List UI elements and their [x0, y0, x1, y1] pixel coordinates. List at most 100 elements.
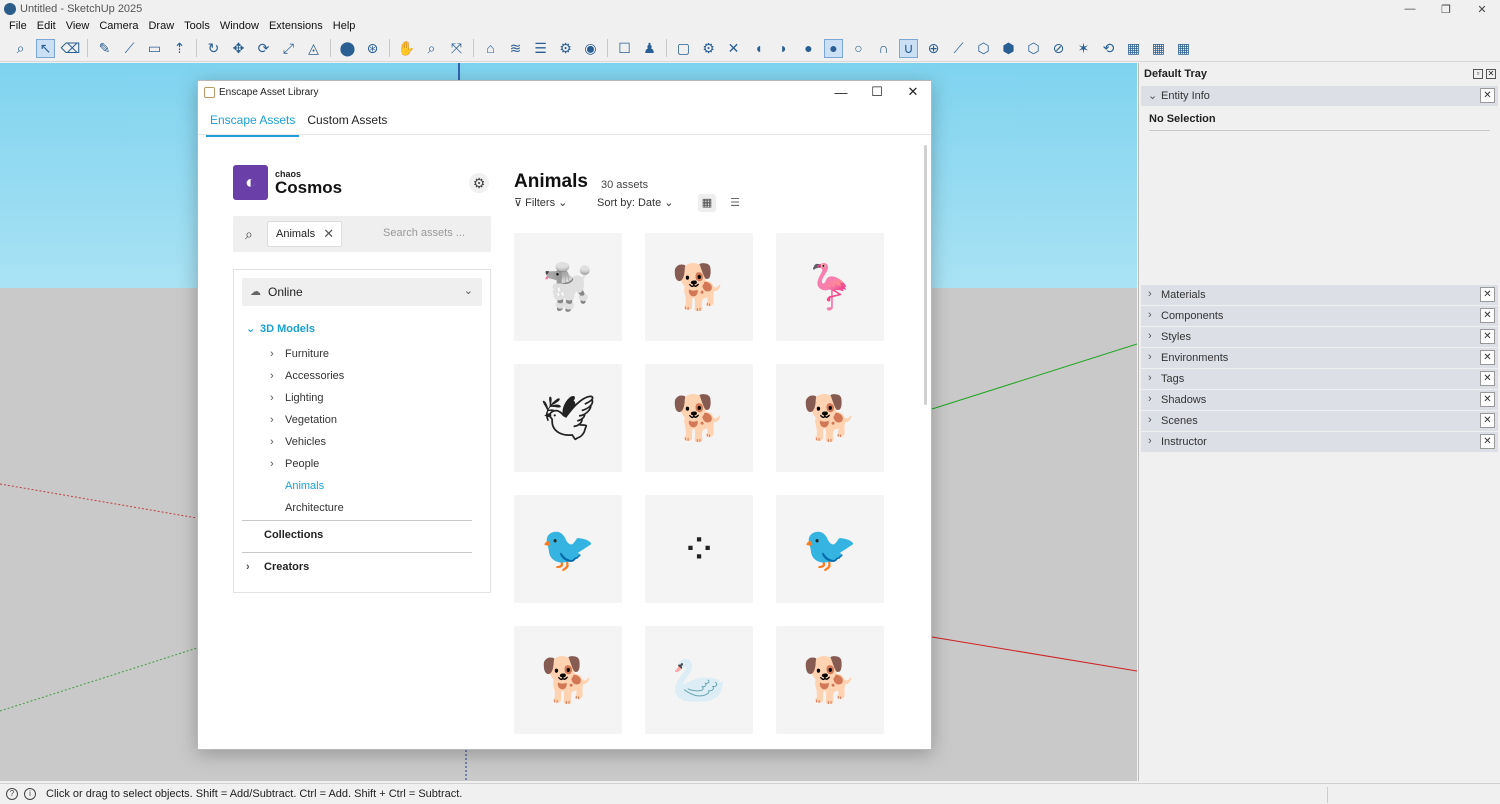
- asset-card[interactable]: 🐕: [645, 233, 753, 341]
- gear-icon[interactable]: ⚙: [699, 39, 718, 58]
- restore-button[interactable]: ❐: [1428, 0, 1464, 18]
- scatter-icon[interactable]: ✶: [1074, 39, 1093, 58]
- menu-view[interactable]: View: [61, 20, 95, 32]
- drop-filled-icon[interactable]: ●: [799, 39, 818, 58]
- panel-environments[interactable]: › Environments ✕: [1141, 348, 1498, 368]
- pencil-icon[interactable]: ✎: [95, 39, 114, 58]
- asset-search-bar[interactable]: ⌕ Animals ✕ Search assets ...: [233, 216, 491, 252]
- menu-window[interactable]: Window: [215, 20, 264, 32]
- close-icon[interactable]: ✕: [1480, 371, 1495, 386]
- close-icon[interactable]: ✕: [1480, 434, 1495, 449]
- warehouse-icon[interactable]: ⌂: [481, 39, 500, 58]
- pan-icon[interactable]: ✋: [397, 39, 416, 58]
- close-icon[interactable]: ✕: [1480, 413, 1495, 428]
- panel-styles[interactable]: › Styles ✕: [1141, 327, 1498, 347]
- line-icon[interactable]: ⟋: [120, 39, 139, 58]
- cube-icon[interactable]: ⬡: [1024, 39, 1043, 58]
- grid-a-icon[interactable]: ▦: [1124, 39, 1143, 58]
- close-icon[interactable]: ✕: [1480, 287, 1495, 302]
- dialog-maximize-button[interactable]: ☐: [859, 81, 895, 103]
- asset-card[interactable]: 🐦: [514, 495, 622, 603]
- shape-icon[interactable]: ⬢: [999, 39, 1018, 58]
- chip-remove-icon[interactable]: ✕: [323, 222, 334, 246]
- content-scrollbar[interactable]: [924, 145, 927, 405]
- subcategory-accessories[interactable]: › Accessories: [270, 370, 344, 382]
- zoom-extents-icon[interactable]: ⤧: [447, 39, 466, 58]
- panel-instructor[interactable]: › Instructor ✕: [1141, 432, 1498, 452]
- asset-card[interactable]: ⁘: [645, 495, 753, 603]
- user-icon[interactable]: ◉: [581, 39, 600, 58]
- panel-materials[interactable]: › Materials ✕: [1141, 285, 1498, 305]
- menu-help[interactable]: Help: [328, 20, 361, 32]
- panel-components[interactable]: › Components ✕: [1141, 306, 1498, 326]
- list-view-icon[interactable]: ☰: [726, 194, 744, 212]
- sort-dropdown[interactable]: Sort by: Date ⌄: [597, 196, 673, 209]
- settings-gear-button[interactable]: ⚙: [469, 173, 489, 193]
- refresh-icon[interactable]: ⟲: [1099, 39, 1118, 58]
- asset-card[interactable]: 🕊: [514, 364, 622, 472]
- close-icon[interactable]: ✕: [1480, 308, 1495, 323]
- close-icon[interactable]: ✕: [1480, 350, 1495, 365]
- search-input[interactable]: Search assets ...: [383, 227, 465, 239]
- panel-tags[interactable]: › Tags ✕: [1141, 369, 1498, 389]
- close-icon[interactable]: ✕: [1480, 392, 1495, 407]
- magnet-selected-icon[interactable]: ∪: [899, 38, 918, 58]
- filter-chip-animals[interactable]: Animals ✕: [267, 221, 343, 247]
- orbit-icon[interactable]: ⊛: [363, 39, 382, 58]
- stack-icon[interactable]: ☰: [531, 39, 550, 58]
- magnet-icon[interactable]: ∩: [874, 39, 893, 58]
- source-dropdown[interactable]: ☁ Online ⌄: [242, 278, 482, 306]
- subcategory-animals[interactable]: Animals: [270, 480, 324, 492]
- tray-pin-icon[interactable]: ▫: [1473, 69, 1483, 79]
- geolocation-icon[interactable]: ?: [6, 788, 18, 800]
- close-icon[interactable]: ✕: [724, 39, 743, 58]
- grid-c-icon[interactable]: ▦: [1174, 39, 1193, 58]
- menu-edit[interactable]: Edit: [32, 20, 61, 32]
- menu-camera[interactable]: Camera: [94, 20, 143, 32]
- info-icon[interactable]: i: [24, 788, 36, 800]
- drop-icon[interactable]: ◖: [749, 39, 768, 58]
- panel-shadows[interactable]: › Shadows ✕: [1141, 390, 1498, 410]
- asset-card[interactable]: 🐕: [645, 364, 753, 472]
- close-icon[interactable]: ✕: [1480, 88, 1495, 103]
- menu-tools[interactable]: Tools: [179, 20, 215, 32]
- paint-icon[interactable]: ⬤: [338, 39, 357, 58]
- scale-icon[interactable]: ⤢: [279, 39, 298, 58]
- subcategory-people[interactable]: › People: [270, 458, 319, 470]
- drop-selected-icon[interactable]: ●: [824, 38, 843, 58]
- move-icon[interactable]: ✥: [229, 39, 248, 58]
- dialog-minimize-button[interactable]: —: [823, 81, 859, 103]
- zoom-icon[interactable]: ⌕: [422, 39, 441, 58]
- grid-b-icon[interactable]: ▦: [1149, 39, 1168, 58]
- asset-card[interactable]: 🐕: [514, 626, 622, 734]
- menu-draw[interactable]: Draw: [143, 20, 179, 32]
- subcategory-lighting[interactable]: › Lighting: [270, 392, 324, 404]
- person-icon[interactable]: ♟: [640, 39, 659, 58]
- asset-card[interactable]: 🐕: [776, 364, 884, 472]
- tray-close-icon[interactable]: ✕: [1486, 69, 1496, 79]
- no-icon[interactable]: ⊘: [1049, 39, 1068, 58]
- protractor-icon[interactable]: ◬: [304, 39, 323, 58]
- connect-icon[interactable]: ⟋: [949, 39, 968, 58]
- menu-file[interactable]: File: [4, 20, 32, 32]
- drop-half-icon[interactable]: ◗: [774, 39, 793, 58]
- select-icon[interactable]: ↖: [36, 38, 55, 58]
- drop-outline-icon[interactable]: ○: [849, 39, 868, 58]
- rectangle-icon[interactable]: ▭: [145, 39, 164, 58]
- asset-card[interactable]: 🦩: [776, 233, 884, 341]
- push-pull-icon[interactable]: ⇡: [170, 39, 189, 58]
- search-icon[interactable]: ⌕: [11, 39, 30, 58]
- close-window-button[interactable]: ✕: [1464, 0, 1500, 18]
- dialog-close-button[interactable]: ✕: [895, 81, 931, 103]
- subcategory-furniture[interactable]: › Furniture: [270, 348, 329, 360]
- grid-view-icon[interactable]: ▦: [698, 194, 716, 212]
- rotate-icon[interactable]: ⟳: [254, 39, 273, 58]
- menu-extensions[interactable]: Extensions: [264, 20, 328, 32]
- layers-icon[interactable]: ≋: [506, 39, 525, 58]
- minimize-button[interactable]: —: [1392, 0, 1428, 18]
- category-3d-models[interactable]: ⌄ 3D Models: [246, 322, 315, 335]
- eraser-icon[interactable]: ⌫: [61, 39, 81, 58]
- panel-scenes[interactable]: › Scenes ✕: [1141, 411, 1498, 431]
- close-icon[interactable]: ✕: [1480, 329, 1495, 344]
- subcategory-architecture[interactable]: Architecture: [270, 502, 344, 514]
